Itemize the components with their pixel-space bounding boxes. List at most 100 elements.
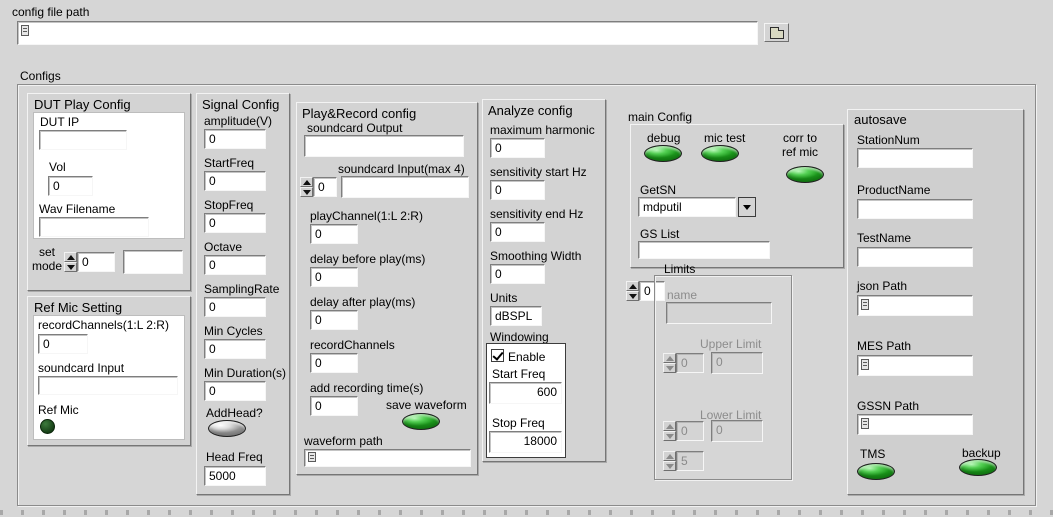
playchannel-input[interactable]: 0: [310, 224, 358, 244]
stopfreq-input[interactable]: 0: [204, 213, 266, 233]
debug-button[interactable]: [644, 145, 682, 162]
json-path-label: json Path: [857, 279, 907, 293]
soundcard-input-index-spinner[interactable]: [300, 177, 313, 197]
stationnum-input[interactable]: [857, 148, 973, 168]
config-file-path-input[interactable]: [17, 21, 758, 45]
decrement-icon[interactable]: [300, 187, 313, 197]
configs-label: Configs: [20, 69, 61, 83]
delay-before-play-input[interactable]: 0: [310, 267, 358, 287]
save-waveform-button[interactable]: [402, 413, 440, 430]
corr-to-ref-mic-button[interactable]: [786, 166, 824, 183]
maximum-harmonic-input[interactable]: 0: [490, 138, 545, 158]
add-recording-time-input[interactable]: 0: [310, 396, 358, 416]
mic-test-label: mic test: [704, 131, 745, 145]
lower-limit-value3: 5: [676, 451, 704, 471]
add-recording-time-label: add recording time(s): [310, 381, 423, 395]
gssn-path-input[interactable]: [857, 414, 973, 435]
decrement-icon[interactable]: [64, 262, 77, 272]
octave-input[interactable]: 0: [204, 255, 266, 275]
limits-name-input: [666, 302, 772, 324]
waveform-path-input[interactable]: [304, 449, 471, 467]
stop-freq-label: Stop Freq: [492, 416, 545, 430]
dut-ip-input[interactable]: [39, 130, 127, 150]
playchannel-label: playChannel(1:L 2:R): [310, 209, 423, 223]
main-config-title: main Config: [628, 110, 692, 124]
decrement-icon: [663, 461, 676, 471]
set-mode-extra-field[interactable]: [123, 250, 183, 274]
head-freq-input[interactable]: 5000: [204, 466, 266, 486]
startfreq-label: StartFreq: [204, 156, 254, 170]
testname-input[interactable]: [857, 247, 973, 267]
vol-input[interactable]: 0: [48, 176, 93, 196]
debug-label: debug: [647, 131, 680, 145]
min-cycles-input[interactable]: 0: [204, 339, 266, 359]
set-mode-input[interactable]: 0: [77, 252, 115, 272]
addhead-button[interactable]: [208, 420, 246, 437]
path-glyph-icon: [861, 418, 869, 429]
smoothing-width-input[interactable]: 0: [490, 264, 545, 284]
samplingrate-input[interactable]: 0: [204, 297, 266, 317]
units-input[interactable]: dBSPL: [490, 306, 542, 326]
upper-limit-spinner: [663, 353, 676, 373]
set-mode-spinner[interactable]: [64, 252, 77, 272]
save-waveform-label: save waveform: [386, 398, 467, 412]
waveform-path-label: waveform path: [304, 434, 383, 448]
wav-filename-input[interactable]: [39, 217, 149, 237]
soundcard-input-max4-label: soundcard Input(max 4): [338, 162, 465, 176]
enable-checkbox[interactable]: [491, 349, 504, 362]
delay-before-play-label: delay before play(ms): [310, 252, 425, 266]
soundcard-input-index-value[interactable]: 0: [313, 177, 337, 197]
browse-button[interactable]: [764, 23, 789, 42]
limits-index-spinner[interactable]: [626, 281, 639, 301]
backup-label: backup: [962, 446, 1001, 460]
tms-label: TMS: [860, 447, 885, 461]
sensitivity-end-label: sensitivity end Hz: [490, 207, 583, 221]
set-mode-label: set mode: [30, 245, 64, 273]
start-freq-label: Start Freq: [492, 367, 545, 381]
start-freq-input[interactable]: 600: [489, 382, 562, 404]
autosave-title: autosave: [854, 112, 907, 127]
getsn-label: GetSN: [640, 183, 676, 197]
soundcard-input-max4-field[interactable]: [341, 176, 469, 198]
sensitivity-start-input[interactable]: 0: [490, 180, 545, 200]
ref-mic-setting-title: Ref Mic Setting: [34, 300, 122, 315]
sensitivity-end-input[interactable]: 0: [490, 222, 545, 242]
min-duration-label: Min Duration(s): [204, 366, 286, 380]
lower-limit-value2: 0: [711, 420, 763, 442]
amplitude-input[interactable]: 0: [204, 129, 266, 149]
decrement-icon: [663, 431, 676, 441]
amplitude-label: amplitude(V): [204, 114, 272, 128]
backup-button[interactable]: [959, 459, 997, 476]
productname-input[interactable]: [857, 199, 973, 219]
lower-limit-value1: 0: [676, 421, 704, 441]
record-channels-input[interactable]: 0: [38, 334, 88, 354]
tms-button[interactable]: [857, 463, 895, 480]
decrement-icon[interactable]: [626, 291, 639, 301]
limits-label: Limits: [664, 262, 695, 276]
ref-mic-led: [40, 419, 55, 434]
gs-list-input[interactable]: [638, 241, 770, 259]
limits-name-label: name: [667, 288, 697, 302]
startfreq-input[interactable]: 0: [204, 171, 266, 191]
recordchannels-input[interactable]: 0: [310, 353, 358, 373]
horizontal-scrollbar[interactable]: [0, 510, 1053, 515]
increment-icon: [663, 451, 676, 461]
json-path-input[interactable]: [857, 295, 973, 316]
increment-icon[interactable]: [64, 252, 77, 262]
play-record-config-title: Play&Record config: [302, 106, 416, 121]
getsn-dropdown-button[interactable]: [738, 197, 756, 217]
path-glyph-icon: [861, 299, 869, 310]
soundcard-output-input[interactable]: [304, 135, 464, 157]
ref-soundcard-input-field[interactable]: [38, 376, 178, 395]
min-duration-input[interactable]: 0: [204, 381, 266, 401]
stop-freq-input[interactable]: 18000: [489, 431, 562, 453]
delay-after-play-input[interactable]: 0: [310, 310, 358, 330]
mes-path-input[interactable]: [857, 355, 973, 376]
folder-icon: [770, 30, 784, 39]
increment-icon[interactable]: [626, 281, 639, 291]
ref-mic-led-label: Ref Mic: [38, 403, 79, 417]
mic-test-button[interactable]: [701, 145, 739, 162]
increment-icon[interactable]: [300, 177, 313, 187]
getsn-dropdown[interactable]: mdputil: [638, 197, 736, 217]
wav-filename-label: Wav Filename: [39, 202, 115, 216]
